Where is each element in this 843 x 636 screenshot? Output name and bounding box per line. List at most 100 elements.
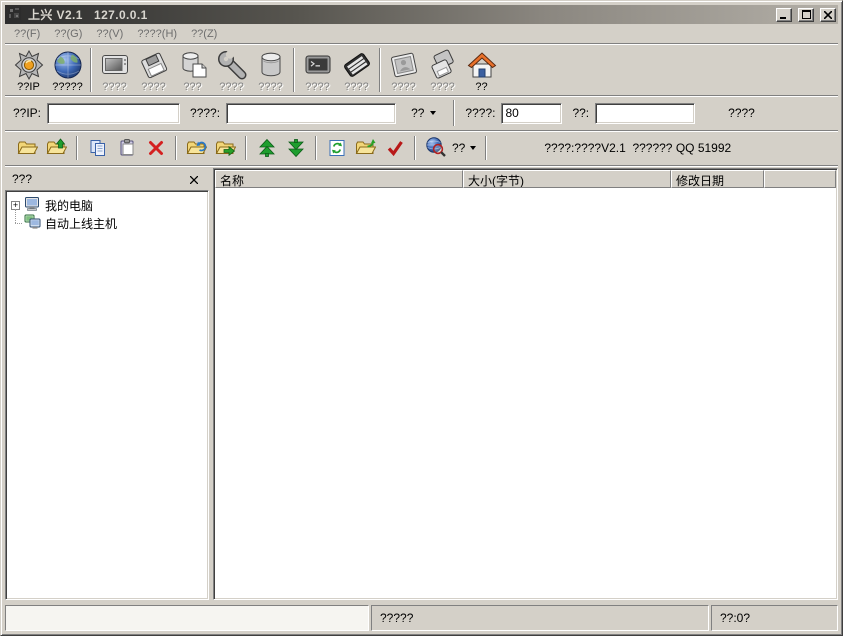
folder-up-icon [46,138,67,158]
network-host-icon [24,214,41,233]
btn-paste[interactable] [112,135,141,162]
status-message: ????? [371,605,709,631]
toolbar-button-label: ???? [344,81,368,93]
ip-label: ??IP: [13,106,41,120]
btn-floppy[interactable]: ???? [134,47,173,94]
menu-file[interactable]: ??(F) [9,26,49,42]
file-list-header: 名称 大小(字节) 修改日期 [215,170,836,188]
btn-folder-go[interactable] [211,135,240,162]
btn-upload[interactable] [252,135,281,162]
main-area: ??? + 我的电脑 自动上线主机 名称 大小(字节) [5,165,838,602]
toolbar-button-label: ???? [430,81,454,93]
close-icon [824,11,832,19]
ip-input[interactable] [47,103,180,124]
gear-ip-icon [13,48,45,81]
password-label: ??: [572,106,589,120]
btn-wrench[interactable]: ???? [212,47,251,94]
keyboard-icon [341,48,373,81]
menu-view[interactable]: ??(V) [91,26,132,42]
port-input[interactable] [501,103,562,124]
toolbar-button-label: ??IP [17,81,40,93]
btn-check[interactable] [380,135,409,162]
search-label: ?? [452,141,465,155]
toolbar-separator [315,136,317,160]
btn-gear-ip[interactable]: ??IP [9,47,48,94]
refresh-page-icon [327,138,347,158]
toolbar-button-label: ???? [141,81,165,93]
registration-text: ????:????V2.1 ?????? QQ 51992 [544,141,731,155]
main-toolbar: ??IP ????? ???? ???? ??? [5,43,838,95]
btn-monitor[interactable]: ???? [95,47,134,94]
btn-keyboard[interactable]: ???? [337,47,376,94]
delete-icon [146,138,166,158]
sidebar-panel: ??? + 我的电脑 自动上线主机 [5,168,209,600]
toolbar-separator [379,48,381,92]
btn-terminal[interactable]: ???? [298,47,337,94]
archive-icon [177,48,209,81]
mode-dropdown[interactable]: ?? [404,102,443,124]
file-toolbar: ?? ????:????V2.1 ?????? QQ 51992 [5,130,838,165]
app-icon [7,6,22,24]
column-header-extra[interactable] [764,170,836,188]
btn-folder-refresh[interactable] [182,135,211,162]
folder-refresh-icon [186,138,207,158]
column-header-modified[interactable]: 修改日期 [671,170,764,188]
chevron-down-icon [470,146,476,150]
copy-icon [88,138,108,158]
btn-photo[interactable]: ???? [384,47,423,94]
separator [453,100,455,126]
floppy-icon [138,48,170,81]
btn-globe[interactable]: ????? [48,47,87,94]
globe-icon [52,48,84,81]
tree-item-my-computer[interactable]: + 我的电脑 [8,196,206,214]
menu-about[interactable]: ??(Z) [186,26,226,42]
btn-download[interactable] [281,135,310,162]
tree-item-label: 我的电脑 [45,197,93,214]
check-icon [385,138,405,158]
btn-disks[interactable]: ???? [423,47,462,94]
titlebar: 上兴 V2.1 127.0.0.1 [5,5,838,24]
tree-item-label: 自动上线主机 [45,215,117,232]
domain-label: ????: [190,106,220,120]
menu-help[interactable]: ????(H) [132,26,186,42]
hosts-count: ??:0? [711,605,838,631]
btn-folder-open[interactable] [13,135,42,162]
sidebar-close-button[interactable] [186,172,202,187]
domain-input[interactable] [226,103,396,124]
btn-home[interactable]: ?? [462,47,501,94]
toolbar-separator [90,48,92,92]
maximize-icon [802,10,811,19]
btn-folder-up[interactable] [42,135,71,162]
close-icon [190,172,198,187]
column-header-name[interactable]: 名称 [215,170,463,188]
btn-refresh-page[interactable] [322,135,351,162]
menu-manage[interactable]: ??(G) [49,26,91,42]
connect-button[interactable]: ???? [721,102,762,124]
column-header-size[interactable]: 大小(字节) [463,170,671,188]
btn-copy[interactable] [83,135,112,162]
password-input[interactable] [595,103,695,124]
maximize-button[interactable] [798,8,814,22]
btn-database[interactable]: ???? [251,47,290,94]
mode-dropdown-label: ?? [411,106,424,120]
disks-icon [427,48,459,81]
chevron-down-icon [430,111,436,115]
sidebar-title: ??? [12,172,32,186]
btn-delete[interactable] [141,135,170,162]
file-list-body[interactable] [215,188,836,598]
tree-item-auto-online-hosts[interactable]: 自动上线主机 [8,214,206,232]
database-icon [255,48,287,81]
btn-archive[interactable]: ??? [173,47,212,94]
app-window: 上兴 V2.1 127.0.0.1 ??(F) ??(G) ??(V) ????… [0,0,843,636]
search-dropdown[interactable]: ?? [421,134,480,162]
btn-folder-export[interactable] [351,135,380,162]
minimize-button[interactable] [776,8,792,22]
monitor-icon [99,48,131,81]
upload-icon [257,138,277,158]
paste-icon [117,138,137,158]
folder-export-icon [355,138,376,158]
minimize-icon [780,11,788,19]
toolbar-separator [175,136,177,160]
toolbar-button-label: ???? [391,81,415,93]
close-button[interactable] [820,8,836,22]
